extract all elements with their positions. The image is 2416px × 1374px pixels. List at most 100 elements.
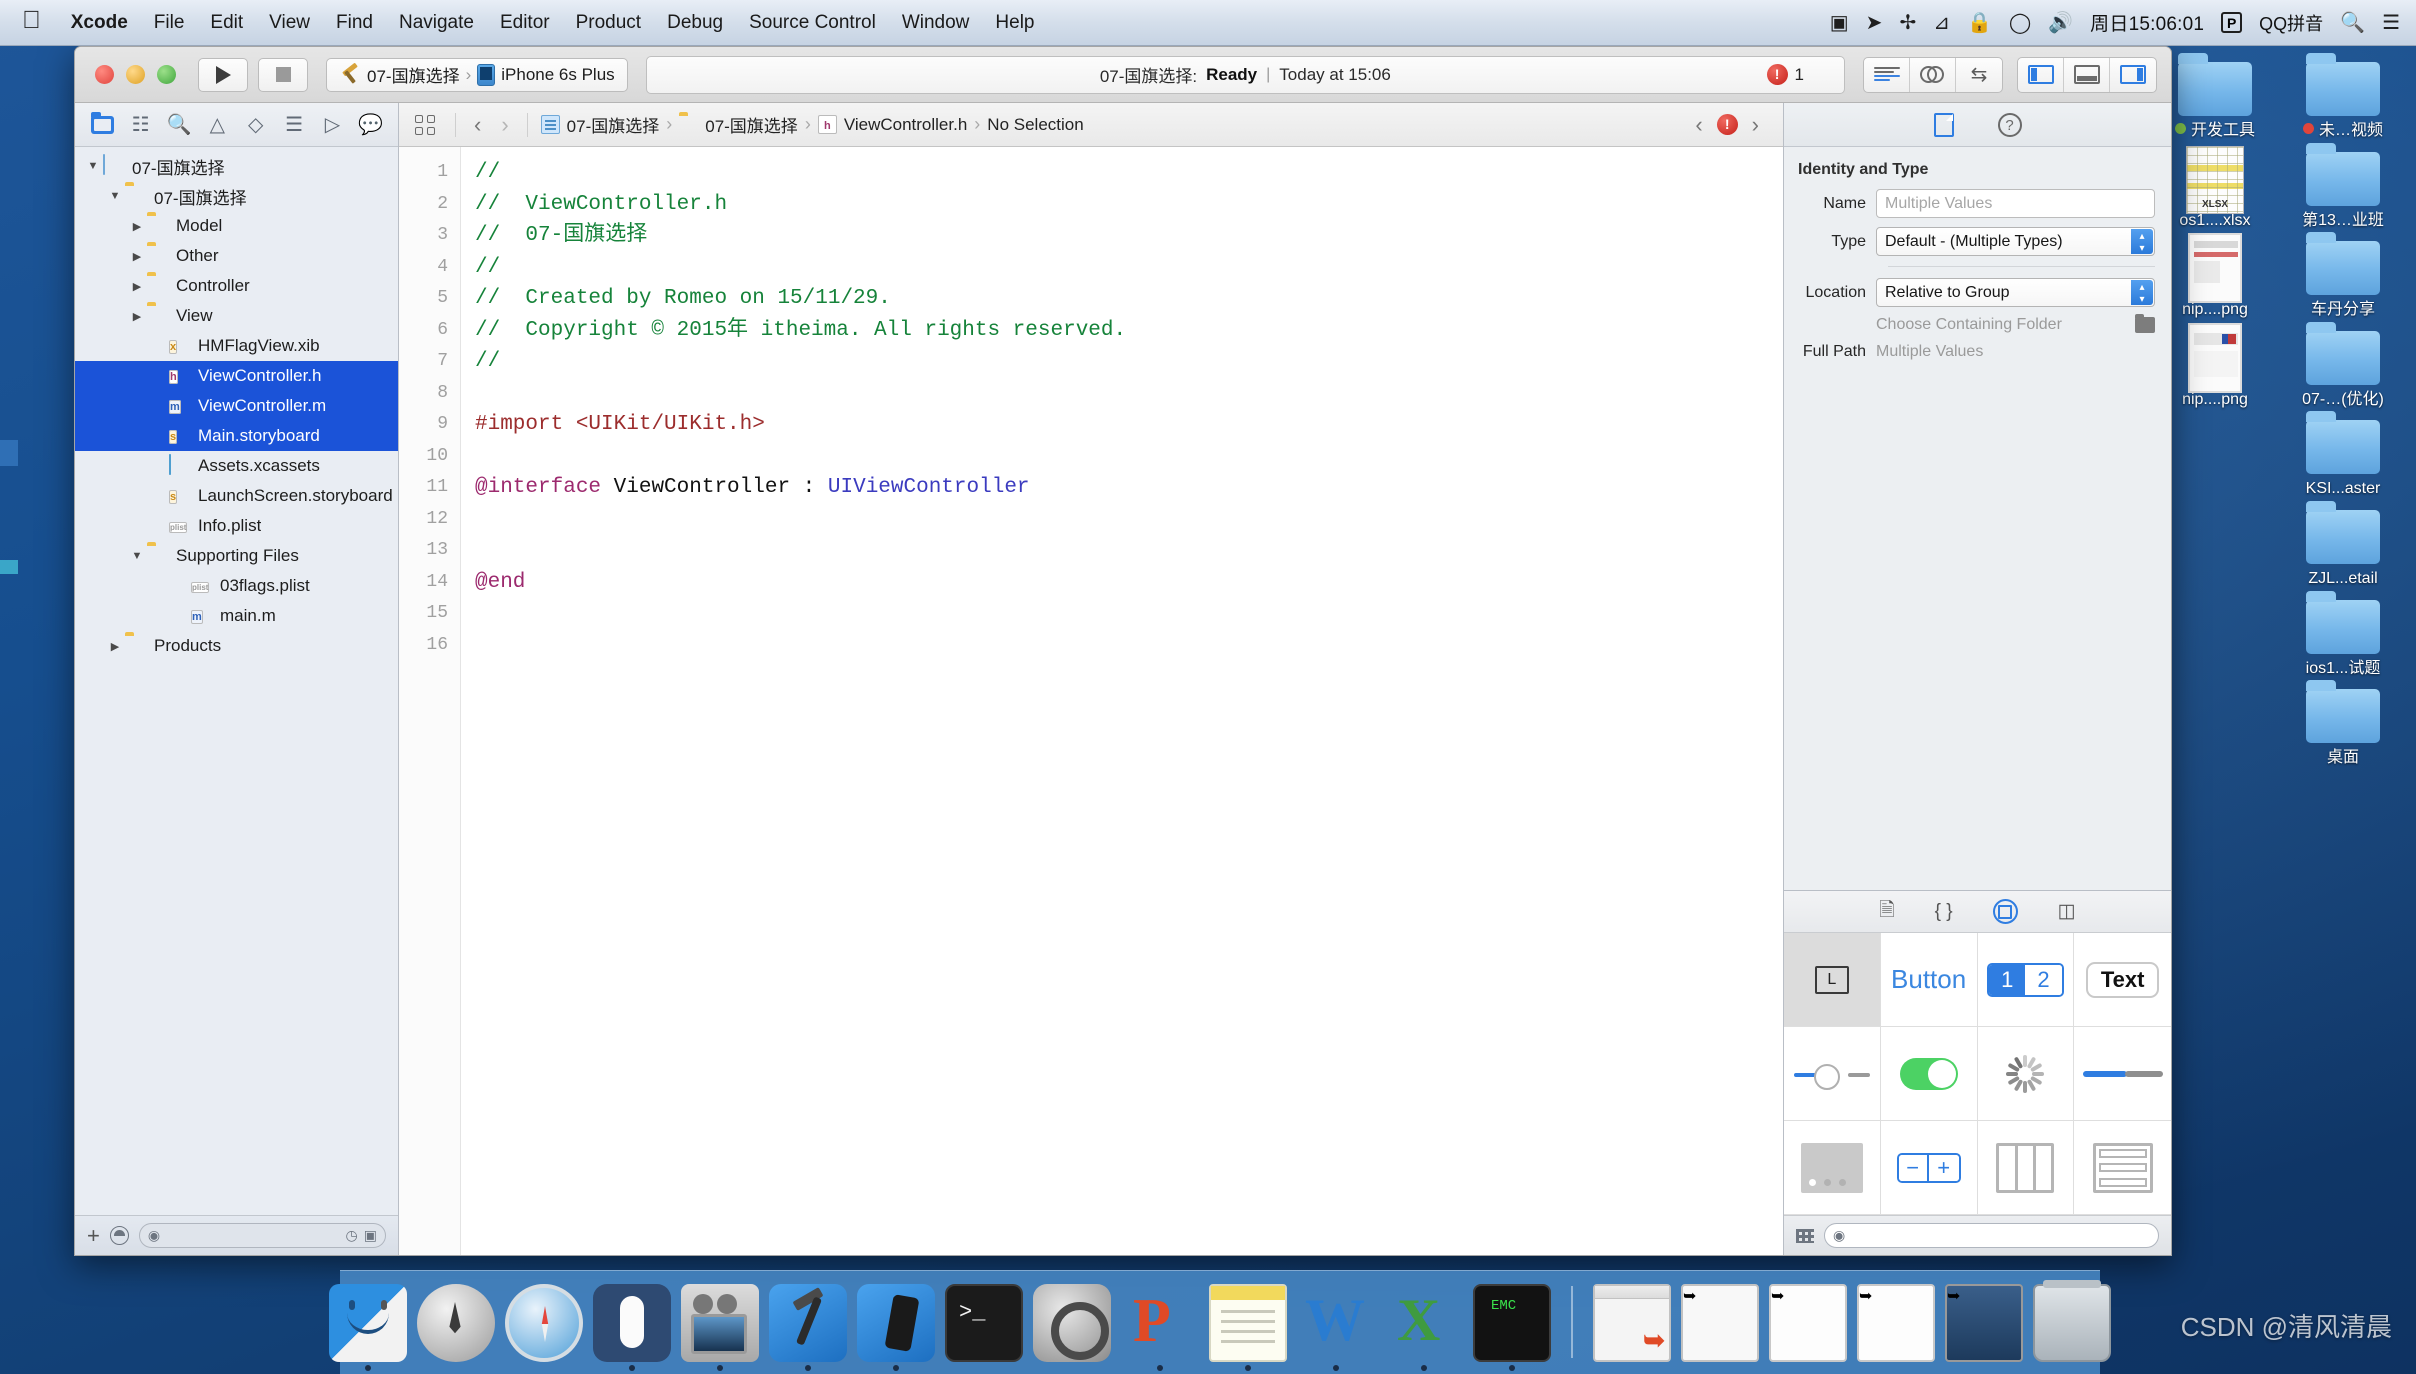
object-slider[interactable] xyxy=(1784,1027,1881,1121)
dock-item-minimized-window-2[interactable]: ➥ xyxy=(1681,1284,1759,1362)
folder-picker-icon[interactable] xyxy=(2135,314,2155,333)
breadcrumb-file[interactable]: h ViewController.h xyxy=(813,115,972,135)
tab-source-control-navigator[interactable]: ☷ xyxy=(127,112,155,138)
choose-containing-folder-text[interactable]: Choose Containing Folder xyxy=(1876,316,2127,334)
object-library-tab[interactable] xyxy=(1992,899,2018,924)
disclosure-triangle[interactable]: ▼ xyxy=(129,550,145,562)
issue-counter[interactable]: ! 1 xyxy=(1766,64,1804,85)
lock-icon[interactable]: 🔒 xyxy=(1967,13,1992,33)
menu-help[interactable]: Help xyxy=(982,0,1047,46)
apple-menu-icon[interactable]:  xyxy=(0,8,58,33)
zoom-button[interactable] xyxy=(157,65,176,84)
wifi-icon[interactable]: ◯ xyxy=(2009,13,2031,33)
desktop-icon[interactable]: 桌面 xyxy=(2284,680,2402,767)
tree-item-assets-xcassets[interactable]: Assets.xcassets xyxy=(75,451,398,481)
breadcrumb-group[interactable]: 07-国旗选择 xyxy=(674,112,803,137)
related-items-icon[interactable] xyxy=(415,114,435,135)
filter-source-control-button[interactable] xyxy=(109,1226,129,1245)
desktop-icon[interactable]: KSI...aster xyxy=(2284,411,2402,498)
tree-item-model[interactable]: ▶ Model xyxy=(75,211,398,241)
dock-item-xcode[interactable] xyxy=(769,1284,847,1371)
dock-item-ios-simulator[interactable] xyxy=(857,1284,935,1371)
desktop-icon[interactable]: XLSX os1....xlsx xyxy=(2156,144,2274,230)
disclosure-triangle[interactable]: ▼ xyxy=(107,190,123,202)
tree-item-controller[interactable]: ▶ Controller xyxy=(75,271,398,301)
dock-item-safari[interactable] xyxy=(505,1284,583,1362)
menu-navigate[interactable]: Navigate xyxy=(386,0,487,46)
dock-item-launchpad[interactable] xyxy=(417,1284,495,1362)
object-progress-view[interactable] xyxy=(2074,1027,2171,1121)
desktop-icon[interactable]: ZJL...etail xyxy=(2284,500,2402,588)
airdrop-icon[interactable]: ✢ xyxy=(1899,13,1916,33)
dock-item-minimized-window-3[interactable]: ➥ xyxy=(1769,1284,1847,1362)
close-button[interactable] xyxy=(95,65,114,84)
utilities-toggle-button[interactable] xyxy=(2110,58,2156,92)
object-table-view[interactable] xyxy=(2074,1121,2171,1215)
desktop-icon[interactable]: ios1...试题 xyxy=(2284,590,2402,678)
desktop-icon[interactable]: 07-…(优化) xyxy=(2284,321,2402,409)
tree-item-info-plist[interactable]: plist Info.plist xyxy=(75,511,398,541)
minimize-button[interactable] xyxy=(126,65,145,84)
grid-layout-icon[interactable] xyxy=(1796,1228,1814,1243)
bluetooth-icon[interactable]: ⊿ xyxy=(1933,13,1950,33)
dock-item-notes[interactable] xyxy=(1209,1284,1287,1371)
desktop-icon[interactable]: 第13…业班 xyxy=(2284,142,2402,230)
media-library-tab[interactable]: ◫ xyxy=(2058,900,2076,923)
add-file-button[interactable]: + xyxy=(87,1224,100,1247)
file-template-library-tab[interactable]: 🗎 xyxy=(1879,896,1894,928)
tab-symbol-navigator[interactable]: 🔍 xyxy=(165,112,193,138)
desktop-icon[interactable]: 开发工具 xyxy=(2156,53,2274,140)
tree-item-launchscreen-storyboard[interactable]: s LaunchScreen.storyboard xyxy=(75,481,398,511)
code-content[interactable]: // // ViewController.h // 07-国旗选择 // // Crea… xyxy=(461,147,1783,1255)
tab-report-navigator[interactable]: 💬 xyxy=(357,112,385,138)
parallels-icon[interactable]: P xyxy=(2221,12,2243,33)
tab-issue-navigator[interactable]: △ xyxy=(203,112,231,138)
menu-source-control[interactable]: Source Control xyxy=(736,0,889,46)
tab-debug-navigator[interactable]: ☰ xyxy=(280,112,308,138)
desktop-icon[interactable]: nip....png xyxy=(2156,233,2274,319)
menu-debug[interactable]: Debug xyxy=(654,0,736,46)
tree-item-07-[interactable]: ▼ 07-国旗选择 xyxy=(75,181,398,211)
dock-item-minimized-window-1[interactable]: ➥ xyxy=(1593,1284,1671,1362)
previous-issue-icon[interactable]: ‹ xyxy=(1685,113,1712,136)
disclosure-triangle[interactable]: ▶ xyxy=(129,310,145,323)
stop-button[interactable] xyxy=(258,57,308,92)
object-page-control[interactable] xyxy=(1784,1121,1881,1215)
desktop-icon[interactable]: 未…视频 xyxy=(2284,53,2402,140)
tree-item-hmflagview-xib[interactable]: x HMFlagView.xib xyxy=(75,331,398,361)
version-editor-button[interactable]: ⇆ xyxy=(1956,58,2002,92)
input-method-indicator[interactable]: QQ拼音 xyxy=(2259,10,2323,36)
menu-file[interactable]: File xyxy=(141,0,198,46)
assistant-editor-button[interactable] xyxy=(1910,57,1956,92)
quick-help-inspector-tab[interactable]: ? xyxy=(1997,112,2022,137)
clock-icon[interactable]: ◷ xyxy=(346,1227,358,1244)
scheme-selector[interactable]: 07-国旗选择 › iPhone 6s Plus xyxy=(326,57,628,92)
tree-item-03flags-plist[interactable]: plist 03flags.plist xyxy=(75,571,398,601)
dock-item-system-preferences[interactable] xyxy=(1033,1284,1111,1362)
dock-item-trash[interactable] xyxy=(2033,1280,2111,1362)
file-inspector-tab[interactable] xyxy=(1933,112,1954,137)
dock-item-quicktime-player[interactable] xyxy=(681,1284,759,1371)
breadcrumb-selection[interactable]: No Selection xyxy=(982,115,1088,135)
tree-item-products[interactable]: ▶ Products xyxy=(75,631,398,661)
volume-icon[interactable]: 🔊 xyxy=(2048,13,2073,33)
tree-item-07-[interactable]: ▼ 07-国旗选择 xyxy=(75,151,398,181)
location-arrow-icon[interactable]: ➤ xyxy=(1866,13,1883,33)
menu-xcode[interactable]: Xcode xyxy=(58,0,141,46)
dock-item-finder[interactable] xyxy=(329,1284,407,1371)
code-snippet-library-tab[interactable]: { } xyxy=(1935,901,1953,923)
screen-recording-icon[interactable]: ▣ xyxy=(1830,13,1849,33)
menu-window[interactable]: Window xyxy=(889,0,983,46)
disclosure-triangle[interactable]: ▶ xyxy=(107,640,123,653)
tab-breakpoint-navigator[interactable]: ▷ xyxy=(318,112,346,138)
tree-item-main-storyboard[interactable]: s Main.storyboard xyxy=(75,421,398,451)
forward-arrow-icon[interactable]: › xyxy=(491,113,518,136)
object-collection-view[interactable] xyxy=(1977,1121,2075,1215)
menu-view[interactable]: View xyxy=(256,0,323,46)
name-field[interactable]: Multiple Values xyxy=(1876,189,2155,218)
desktop-icon[interactable]: 车丹分享 xyxy=(2284,232,2402,319)
next-issue-icon[interactable]: › xyxy=(1742,113,1769,136)
disclosure-triangle[interactable]: ▶ xyxy=(129,250,145,263)
tree-item-supporting-files[interactable]: ▼ Supporting Files xyxy=(75,541,398,571)
menu-bar-clock[interactable]: 周日15:06:01 xyxy=(2090,9,2204,36)
